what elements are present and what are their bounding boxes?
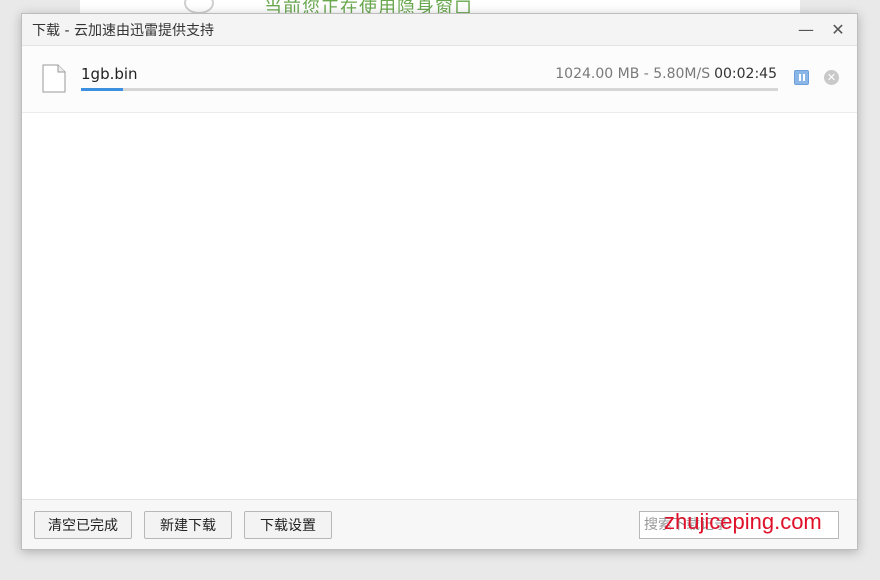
new-download-button[interactable]: 新建下载 — [144, 511, 232, 539]
minimize-icon: — — [798, 19, 814, 39]
close-circle-icon: ✕ — [826, 71, 837, 84]
progress-fill — [81, 88, 123, 91]
background-window: 当前您正在使用隐身窗口 — [80, 0, 800, 14]
remove-download-button[interactable]: ✕ — [824, 70, 839, 85]
download-stats: 1024.00 MB - 5.80M/S 00:02:45 — [555, 66, 777, 82]
dialog-title: 下载 - 云加速由迅雷提供支持 — [32, 23, 214, 39]
search-input[interactable] — [639, 511, 839, 539]
file-name[interactable]: 1gb.bin — [81, 65, 138, 83]
download-dialog: 下载 - 云加速由迅雷提供支持 — ✕ 1gb.bin 1024.00 MB -… — [21, 13, 858, 550]
background-window-text: 当前您正在使用隐身窗口 — [264, 0, 473, 14]
background-graphic — [184, 0, 214, 14]
download-list — [22, 113, 857, 501]
download-speed: 5.80M/S — [653, 66, 711, 82]
pause-button[interactable] — [794, 70, 809, 85]
footer-toolbar: 清空已完成 新建下载 下载设置 — [22, 499, 857, 549]
pause-icon — [798, 74, 806, 81]
file-icon — [42, 64, 66, 97]
time-remaining: 00:02:45 — [714, 66, 777, 82]
title-bar[interactable]: 下载 - 云加速由迅雷提供支持 — ✕ — [22, 14, 857, 46]
file-size: 1024.00 MB — [555, 66, 640, 82]
download-item[interactable]: 1gb.bin 1024.00 MB - 5.80M/S 00:02:45 ✕ — [22, 46, 857, 113]
clear-completed-button[interactable]: 清空已完成 — [34, 511, 132, 539]
download-settings-button[interactable]: 下载设置 — [244, 511, 332, 539]
progress-bar — [81, 88, 778, 91]
close-button[interactable]: ✕ — [825, 17, 851, 41]
close-icon: ✕ — [831, 19, 845, 39]
minimize-button[interactable]: — — [793, 17, 819, 41]
stats-separator: - — [639, 66, 654, 82]
